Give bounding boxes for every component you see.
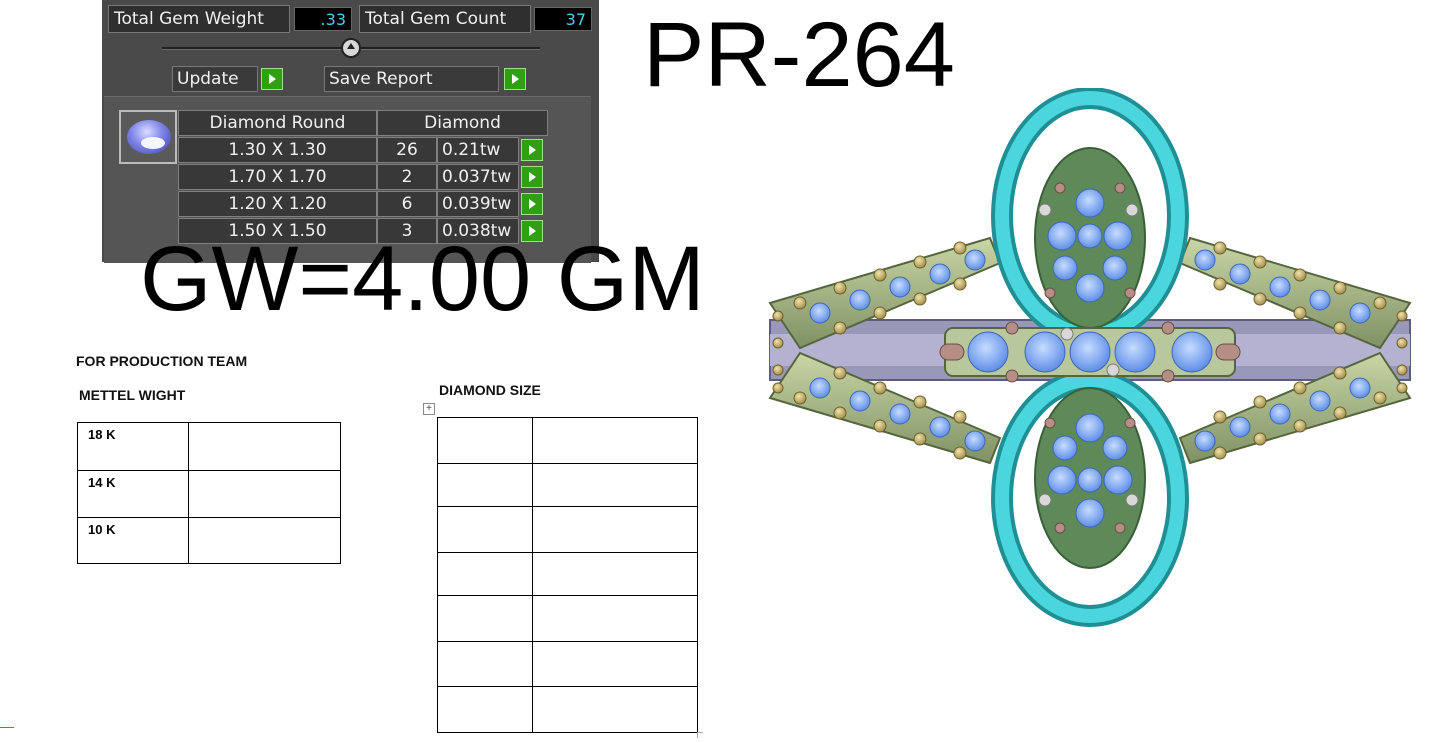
- update-button-label: Update: [177, 69, 239, 89]
- row-size: 1.70 X 1.70: [178, 164, 377, 190]
- diamond-size-cell[interactable]: [532, 417, 698, 464]
- save-report-button[interactable]: Save Report: [324, 66, 499, 92]
- update-go-icon[interactable]: [261, 68, 283, 90]
- ring-render-image: [768, 88, 1412, 627]
- total-gem-weight-value: .33: [294, 7, 352, 31]
- diamond-size-cell[interactable]: [532, 552, 698, 596]
- gem-report-panel: Total Gem Weight .33 Total Gem Count 37 …: [102, 0, 599, 263]
- save-report-button-label: Save Report: [329, 69, 433, 89]
- metal-weight-cell[interactable]: [188, 422, 341, 471]
- diamond-size-cell[interactable]: [437, 506, 533, 553]
- row-go-icon[interactable]: [521, 139, 543, 161]
- row-go-icon[interactable]: [521, 166, 543, 188]
- total-gem-count-label: Total Gem Count: [359, 5, 531, 33]
- metal-weight-cell[interactable]: [188, 517, 341, 564]
- update-button[interactable]: Update: [172, 66, 258, 92]
- row-size: 1.30 X 1.30: [178, 137, 377, 163]
- paragraph-corner-icon: [697, 732, 703, 738]
- row-weight: 0.037tw: [437, 164, 519, 190]
- row-go-icon[interactable]: [521, 193, 543, 215]
- diamond-size-table: [437, 417, 698, 733]
- round-diamond-icon: [119, 110, 177, 164]
- diamond-size-cell[interactable]: [532, 506, 698, 553]
- diamond-size-cell[interactable]: [437, 595, 533, 642]
- diamond-size-cell[interactable]: [437, 417, 533, 464]
- col-header-shape: Diamond Round: [178, 110, 377, 136]
- metal-karat-cell: 10 K: [77, 517, 189, 564]
- row-count: 6: [377, 191, 437, 217]
- metal-karat-cell: 18 K: [77, 422, 189, 471]
- metal-weight-heading: METTEL WIGHT: [79, 387, 186, 403]
- col-header-type: Diamond: [377, 110, 548, 136]
- total-gem-weight-label: Total Gem Weight: [108, 5, 290, 33]
- diamond-size-cell[interactable]: [532, 595, 698, 642]
- diamond-size-cell[interactable]: [437, 686, 533, 733]
- diamond-size-cell[interactable]: [532, 463, 698, 507]
- save-report-go-icon[interactable]: [504, 68, 526, 90]
- production-heading: FOR PRODUCTION TEAM: [76, 353, 248, 369]
- slider-handle-icon[interactable]: [341, 38, 361, 58]
- move-handle-icon[interactable]: +: [423, 403, 435, 415]
- total-gem-count-value: 37: [534, 7, 592, 31]
- row-weight: 0.039tw: [437, 191, 519, 217]
- diamond-size-cell[interactable]: [437, 463, 533, 507]
- diamond-size-cell[interactable]: [437, 641, 533, 687]
- row-size: 1.20 X 1.20: [178, 191, 377, 217]
- metal-karat-cell: 14 K: [77, 470, 189, 518]
- diamond-size-cell[interactable]: [532, 686, 698, 733]
- gross-weight: GW=4.00 GM: [140, 228, 705, 330]
- row-weight: 0.21tw: [437, 137, 519, 163]
- diamond-size-cell[interactable]: [532, 641, 698, 687]
- metal-weight-cell[interactable]: [188, 470, 341, 518]
- metal-weight-table: 18 K 14 K 10 K: [77, 422, 341, 564]
- row-count: 26: [377, 137, 437, 163]
- row-count: 2: [377, 164, 437, 190]
- diamond-size-heading: DIAMOND SIZE: [439, 382, 541, 398]
- diamond-size-cell[interactable]: [437, 552, 533, 596]
